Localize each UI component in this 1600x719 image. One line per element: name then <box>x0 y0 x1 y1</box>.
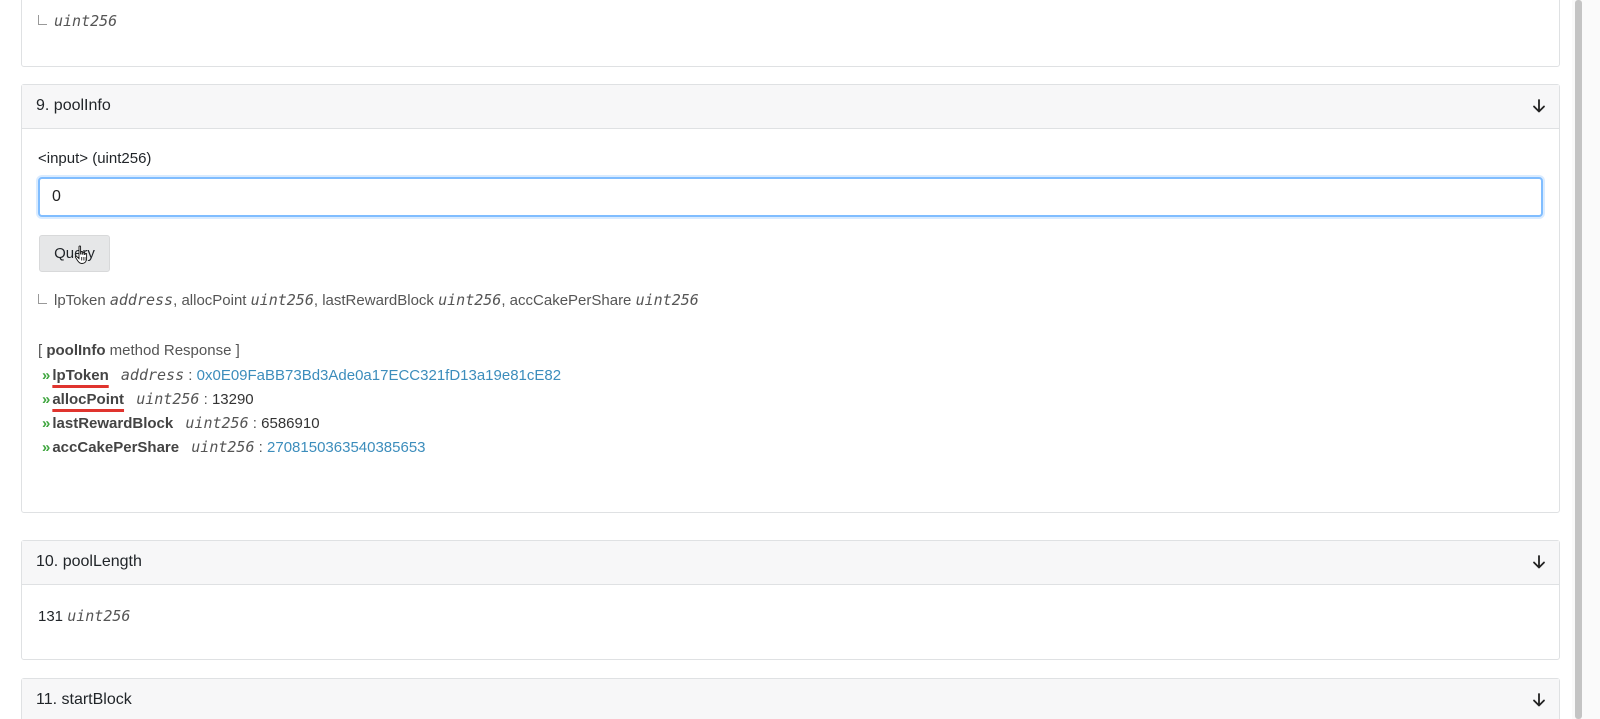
sig-param-type: uint256 <box>250 291 314 309</box>
result-type: uint256 <box>136 390 200 408</box>
sig-separator: , <box>501 292 506 309</box>
uint256-input[interactable] <box>38 177 1543 217</box>
tree-branch-icon <box>38 15 47 25</box>
double-chevron-right-icon: » <box>42 439 50 456</box>
sig-param-name: lpToken <box>54 292 106 309</box>
card-poollength: 10. poolLength 131 uint256 <box>21 540 1560 660</box>
query-button[interactable]: Query <box>39 235 110 272</box>
output-type-line: uint256 <box>38 12 117 30</box>
response-method-name: poolInfo <box>46 342 106 359</box>
response-header: [ poolInfo method Response ] <box>38 339 561 363</box>
result-value: 6586910 <box>261 415 320 432</box>
card-body-poolinfo: <input> (uint256) Query lpToken address,… <box>22 129 1559 513</box>
result-value-link[interactable]: 2708150363540385653 <box>267 439 426 456</box>
result-name: lastRewardBlock <box>52 415 174 432</box>
arrow-down-icon[interactable] <box>1531 692 1547 708</box>
sig-param-name: allocPoint <box>181 292 247 309</box>
response-row: » lastRewardBlock uint256 : 6586910 <box>38 411 561 435</box>
sig-param-name: lastRewardBlock <box>322 292 434 309</box>
pool-length-output: 131 uint256 <box>38 607 130 625</box>
card-title: 10. poolLength <box>36 553 142 570</box>
page: uint256 9. poolInfo <input> (uint256) Qu… <box>0 0 1600 719</box>
card-header-poolinfo[interactable]: 9. poolInfo <box>22 85 1559 129</box>
sig-separator: , <box>173 292 178 309</box>
sig-separator: , <box>313 292 319 309</box>
output-type: uint256 <box>54 12 118 30</box>
double-chevron-right-icon: » <box>42 367 50 384</box>
response-row: » accCakePerShare uint256 : 2708150363540… <box>38 435 561 459</box>
method-signature: lpToken address, allocPoint uint256, las… <box>38 291 699 309</box>
pool-length-value: 131 <box>38 608 64 625</box>
card-poolinfo: 9. poolInfo <input> (uint256) Query lpTo… <box>21 84 1560 513</box>
response-row: » lpToken address : 0x0E09FaBB73Bd3Ade0a1… <box>38 363 561 387</box>
double-chevron-right-icon: » <box>42 391 50 408</box>
card-previous-method: uint256 <box>21 0 1560 67</box>
result-value: 13290 <box>211 391 254 408</box>
arrow-down-icon[interactable] <box>1531 98 1547 114</box>
card-title: 9. poolInfo <box>36 97 111 114</box>
result-name: lpToken <box>52 367 109 384</box>
result-colon: : <box>203 391 208 408</box>
arrow-down-icon[interactable] <box>1531 554 1547 570</box>
input-label: <input> (uint256) <box>38 150 152 167</box>
result-colon: : <box>258 439 263 456</box>
response-bracket: [ <box>38 342 43 359</box>
result-type: uint256 <box>185 414 249 432</box>
sig-param-type: address <box>109 291 174 309</box>
result-type: address <box>120 366 185 384</box>
sig-param-type: uint256 <box>635 291 699 309</box>
result-value-link[interactable]: 0x0E09FaBB73Bd3Ade0a17ECC321fD13a19e81cE… <box>197 367 561 384</box>
page-scrollbar[interactable] <box>1572 0 1600 719</box>
result-name: allocPoint <box>52 391 125 408</box>
result-colon: : <box>252 415 257 432</box>
response-row: » allocPoint uint256 : 13290 <box>38 387 561 411</box>
card-header-startblock[interactable]: 11. startBlock <box>22 679 1559 719</box>
double-chevron-right-icon: » <box>42 415 50 432</box>
card-header-poollength[interactable]: 10. poolLength <box>22 541 1559 585</box>
result-type: uint256 <box>191 438 255 456</box>
pool-length-type: uint256 <box>67 607 131 625</box>
sig-param-name: accCakePerShare <box>509 292 632 309</box>
method-response: [ poolInfo method Response ] » lpToken ad… <box>38 339 561 459</box>
scrollbar-thumb[interactable] <box>1575 0 1582 719</box>
card-startblock: 11. startBlock <box>21 678 1560 719</box>
tree-branch-icon <box>38 294 47 304</box>
sig-param-type: uint256 <box>438 291 502 309</box>
result-colon: : <box>188 367 193 384</box>
response-header-text: method Response ] <box>109 342 240 359</box>
result-name: accCakePerShare <box>52 439 180 456</box>
card-title: 11. startBlock <box>36 691 132 708</box>
